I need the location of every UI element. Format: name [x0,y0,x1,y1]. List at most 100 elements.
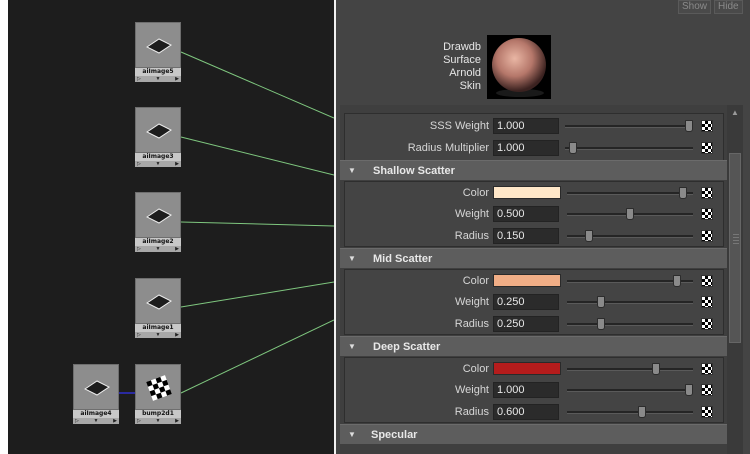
vertical-scrollbar[interactable]: ▲ [727,105,743,454]
radius-label: Radius [454,318,489,330]
map-button-icon[interactable] [701,208,713,220]
map-button-icon[interactable] [701,142,713,154]
mid-color-swatch[interactable] [493,274,561,287]
radius-multiplier-label: Radius Multiplier [407,142,489,154]
weight-label: Weight [454,384,489,396]
deep-color-swatch[interactable] [493,362,561,375]
node-ports[interactable]: ▷ ▼ ▶ [135,161,181,167]
deep-radius-field[interactable]: 0.600 [493,404,559,420]
shallow-weight-slider-handle[interactable] [626,208,634,220]
checker-icon [146,375,172,401]
shallow-color-slider[interactable] [567,192,693,195]
node-label: aiImage5 [135,68,181,76]
node-ports[interactable]: ▷ ▼ ▶ [135,418,181,424]
map-button-icon[interactable] [701,275,713,287]
radius-multiplier-field[interactable]: 1.000 [493,140,559,156]
sss-weight-row: SSS Weight 1.000 [345,116,725,136]
shallow-scatter-box: Color Weight 0.500 Radius 0.150 [344,181,724,247]
wire-bump2d1 [180,319,334,394]
sss-weight-slider[interactable] [565,125,693,128]
deep-weight-field[interactable]: 1.000 [493,382,559,398]
scrollbar-thumb[interactable] [729,153,741,343]
map-button-icon[interactable] [701,406,713,418]
radius-multiplier-row: Radius Multiplier 1.000 [345,138,725,158]
map-button-icon[interactable] [701,187,713,199]
show-button[interactable]: Show [678,0,712,14]
collapse-triangle-icon[interactable]: ▼ [348,161,356,181]
radius-label: Radius [454,406,489,418]
sss-weight-slider-handle[interactable] [685,120,693,132]
node-ports[interactable]: ▷ ▼ ▶ [135,332,181,338]
node-aiImage2[interactable]: aiImage2 ▷ ▼ ▶ [135,192,181,252]
deep-weight-row: Weight 1.000 [345,380,725,400]
section-header-shallow-scatter[interactable]: ▼ Shallow Scatter [340,160,730,180]
node-label: aiImage4 [73,410,119,418]
plane-icon [146,294,172,310]
map-button-icon[interactable] [701,120,713,132]
shallow-radius-row: Radius 0.150 [345,226,725,246]
deep-scatter-box: Color Weight 1.000 Radius 0.600 [344,357,724,423]
mid-color-slider-handle[interactable] [673,275,682,287]
radius-multiplier-slider-handle[interactable] [569,142,577,154]
node-aiImage3[interactable]: aiImage3 ▷ ▼ ▶ [135,107,181,167]
map-button-icon[interactable] [701,384,713,396]
collapse-triangle-icon[interactable]: ▼ [348,425,356,445]
node-label: aiImage2 [135,238,181,246]
sss-weight-label: SSS Weight [429,120,489,132]
sss-weight-field[interactable]: 1.000 [493,118,559,134]
collapse-triangle-icon[interactable]: ▼ [348,249,356,269]
node-ports[interactable]: ▷ ▼ ▶ [73,418,119,424]
attribute-scroll-area[interactable]: SSS Weight 1.000 Radius Multiplier 1.000… [340,105,730,454]
sphere-preview [492,38,546,97]
shallow-radius-slider-handle[interactable] [584,230,593,242]
weight-label: Weight [454,208,489,220]
node-bump2d1[interactable]: bump2d1 ▷ ▼ ▶ [135,364,181,424]
mid-radius-slider-handle[interactable] [596,318,605,330]
node-aiImage5[interactable]: aiImage5 ▷ ▼ ▶ [135,22,181,82]
mid-radius-field[interactable]: 0.250 [493,316,559,332]
mid-weight-field[interactable]: 0.250 [493,294,559,310]
mid-radius-row: Radius 0.250 [345,314,725,334]
material-swatch-preview[interactable] [487,35,551,99]
shallow-color-slider-handle[interactable] [679,187,688,199]
deep-weight-slider-handle[interactable] [685,384,693,396]
mid-weight-slider[interactable] [567,301,693,304]
shallow-color-swatch[interactable] [493,186,561,199]
deep-weight-slider[interactable] [567,389,693,392]
wire-aiImage1 [180,281,334,308]
hide-button[interactable]: Hide [714,0,743,14]
node-aiImage4[interactable]: aiImage4 ▷ ▼ ▶ [73,364,119,424]
deep-radius-slider[interactable] [567,411,693,414]
node-label: bump2d1 [135,410,181,418]
map-button-icon[interactable] [701,296,713,308]
node-ports[interactable]: ▷ ▼ ▶ [135,76,181,82]
section-header-deep-scatter[interactable]: ▼ Deep Scatter [340,336,730,356]
deep-radius-slider-handle[interactable] [637,406,646,418]
swatch-title: Drawdb Surface Arnold Skin [443,41,481,92]
mid-radius-slider[interactable] [567,323,693,326]
deep-color-slider[interactable] [567,368,693,371]
map-button-icon[interactable] [701,318,713,330]
collapse-triangle-icon[interactable]: ▼ [348,337,356,357]
attribute-editor: Show Hide Drawdb Surface Arnold Skin SSS… [336,0,750,454]
shallow-weight-field[interactable]: 0.500 [493,206,559,222]
node-graph-editor[interactable]: aiImage5 ▷ ▼ ▶ aiImage3 ▷ ▼ ▶ aiImage2 ▷ ▼ ▶ a… [8,0,334,454]
deep-color-slider-handle[interactable] [651,363,660,375]
node-label: aiImage1 [135,324,181,332]
plane-icon [146,208,172,224]
node-ports[interactable]: ▷ ▼ ▶ [135,246,181,252]
radius-multiplier-slider[interactable] [565,147,693,150]
plane-icon [84,380,110,396]
radius-label: Radius [454,230,489,242]
section-header-mid-scatter[interactable]: ▼ Mid Scatter [340,248,730,268]
map-button-icon[interactable] [701,363,713,375]
wire-aiImage3 [180,136,334,176]
section-header-specular[interactable]: ▼ Specular [340,424,730,444]
shallow-radius-field[interactable]: 0.150 [493,228,559,244]
color-label: Color [462,363,489,375]
map-button-icon[interactable] [701,230,713,242]
node-aiImage1[interactable]: aiImage1 ▷ ▼ ▶ [135,278,181,338]
mid-weight-slider-handle[interactable] [596,296,605,308]
mid-weight-row: Weight 0.250 [345,292,725,312]
scroll-up-arrow-icon[interactable]: ▲ [729,107,741,119]
